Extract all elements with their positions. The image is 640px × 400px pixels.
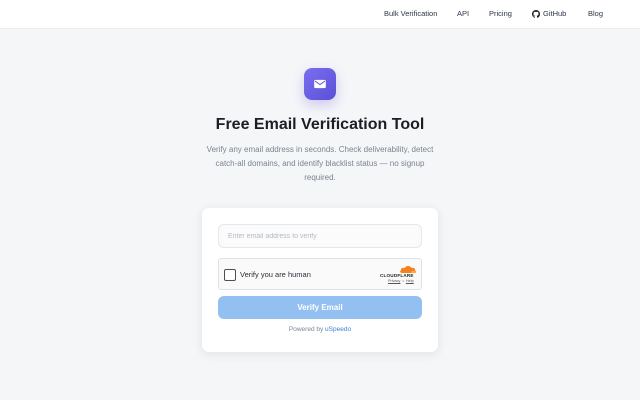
page-title: Free Email Verification Tool	[215, 116, 425, 133]
captcha-help-link[interactable]: Help	[406, 279, 414, 283]
mail-icon	[314, 79, 326, 89]
cloudflare-captcha-widget: Verify you are human CLOUDFLARE Privacy …	[218, 258, 422, 290]
nav-pricing[interactable]: Pricing	[489, 9, 512, 18]
mail-logo-badge	[304, 68, 336, 100]
captcha-links: Privacy • Help	[388, 279, 414, 283]
nav-blog[interactable]: Blog	[588, 9, 603, 18]
email-input[interactable]	[218, 224, 422, 248]
verification-card: Verify you are human CLOUDFLARE Privacy …	[202, 208, 438, 352]
nav-github[interactable]: GitHub	[532, 9, 566, 18]
powered-by: Powered by uSpeedo	[202, 326, 438, 333]
captcha-label: Verify you are human	[240, 270, 311, 279]
verify-email-button[interactable]: Verify Email	[218, 296, 422, 319]
page-subtitle: Verify any email address in seconds. Che…	[206, 145, 434, 182]
powered-by-link[interactable]: uSpeedo	[325, 326, 351, 333]
captcha-privacy-link[interactable]: Privacy	[388, 279, 400, 283]
captcha-checkbox[interactable]	[224, 269, 236, 281]
captcha-link-separator: •	[402, 279, 404, 283]
powered-by-prefix: Powered by	[288, 326, 324, 333]
nav-bulk-verification[interactable]: Bulk Verification	[384, 9, 437, 18]
nav-github-label: GitHub	[543, 9, 567, 18]
top-navigation: Bulk Verification API Pricing GitHub Blo…	[0, 0, 640, 29]
nav-api[interactable]: API	[457, 9, 469, 18]
cloudflare-logo-text: CLOUDFLARE	[380, 273, 414, 278]
github-icon	[532, 9, 540, 18]
